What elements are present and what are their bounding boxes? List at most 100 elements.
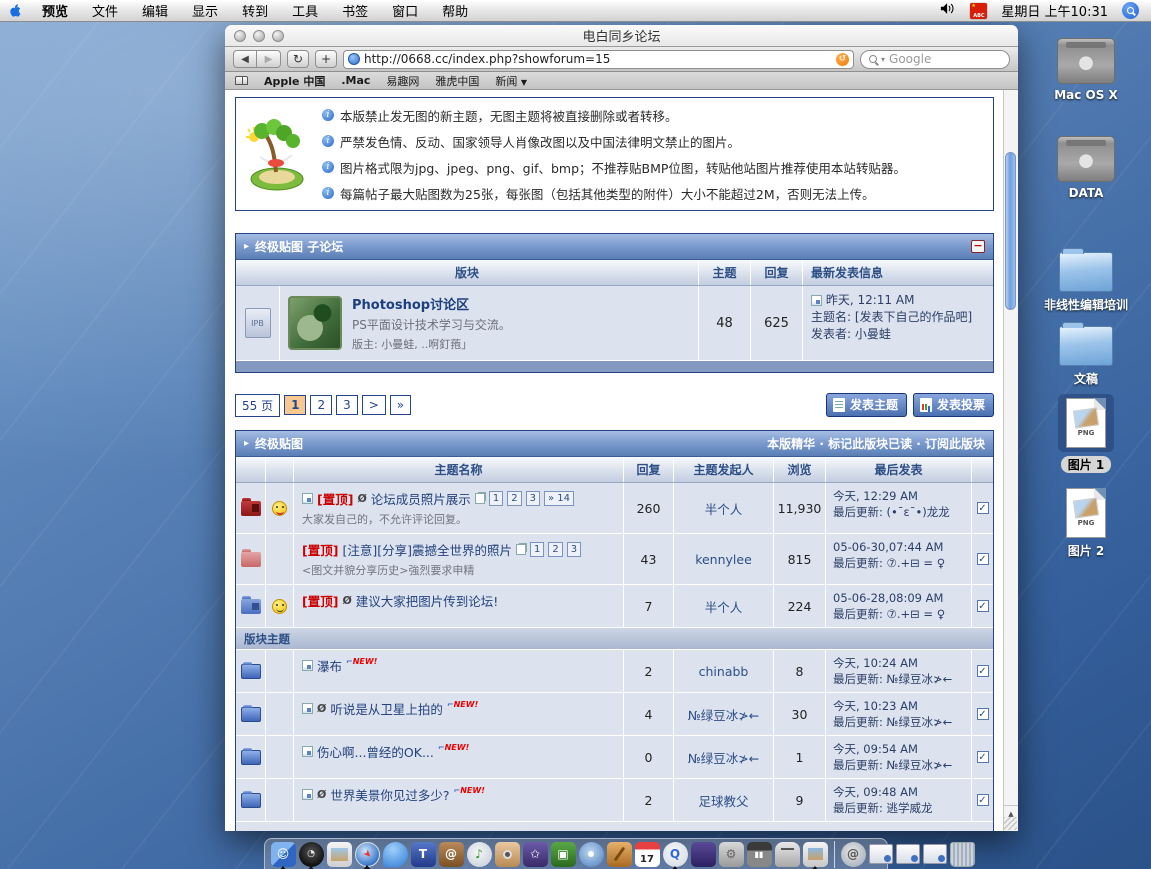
bookmarks-book-icon[interactable] xyxy=(235,76,248,85)
finder-icon[interactable]: ☺ xyxy=(271,842,296,867)
resize-grip[interactable] xyxy=(1004,817,1017,830)
last-post-updater[interactable]: 最后更新: 逃学威龙 xyxy=(833,800,964,816)
last-post-updater[interactable]: 最后更新: ⑦.+⊟ = ♀ xyxy=(833,555,964,571)
menu-window[interactable]: 窗口 xyxy=(380,1,430,20)
menu-bookmarks[interactable]: 书签 xyxy=(330,1,380,20)
google-search-field[interactable]: ▾ Google xyxy=(860,50,1010,69)
final-cut-icon[interactable]: ▮▮ xyxy=(747,842,772,867)
bookmark-apple[interactable]: Apple 中国 xyxy=(264,73,325,89)
idvd-icon[interactable]: ▣ xyxy=(551,842,576,867)
last-post-updater[interactable]: 最后更新: (•¯ε¯•)龙龙 xyxy=(833,504,964,520)
garageband-icon[interactable] xyxy=(607,842,632,867)
menu-tools[interactable]: 工具 xyxy=(280,1,330,20)
topic-link[interactable]: 听说是从卫星上拍的 xyxy=(330,699,443,718)
menu-edit[interactable]: 编辑 xyxy=(130,1,180,20)
goto-new-post-icon[interactable] xyxy=(302,493,313,504)
page-1[interactable]: 1 xyxy=(284,395,306,415)
topic-link[interactable]: 建议大家把图片传到论坛! xyxy=(356,591,499,610)
topic-starter[interactable]: chinabb xyxy=(674,650,774,692)
minimized-window-icon[interactable] xyxy=(869,844,893,864)
system-preferences-icon[interactable]: ⚙ xyxy=(719,842,744,867)
forward-button[interactable]: ▶ xyxy=(257,50,281,68)
topic-checkbox[interactable] xyxy=(977,665,989,677)
menu-go[interactable]: 转到 xyxy=(230,1,280,20)
desktop-icon-editing-folder[interactable]: 非线性编辑培训 xyxy=(1021,252,1151,313)
desktop-icon-documents-folder[interactable]: 文稿 xyxy=(1021,326,1151,387)
topic-link[interactable]: 论坛成员照片展示 xyxy=(371,489,471,508)
vertical-scrollbar[interactable]: ▲ ▼ xyxy=(1003,90,1018,831)
goto-last-post-icon[interactable] xyxy=(811,295,822,306)
goto-new-post-icon[interactable] xyxy=(302,789,313,800)
reload-button[interactable]: ↻ xyxy=(287,50,309,68)
topic-checkbox[interactable] xyxy=(977,751,989,763)
menu-app[interactable]: 预览 xyxy=(30,1,80,20)
topic-page-link[interactable]: 2 xyxy=(507,491,521,506)
scrollbar-thumb[interactable] xyxy=(1005,152,1016,310)
topic-page-link[interactable]: 1 xyxy=(489,491,503,506)
desktop-icon-data[interactable]: DATA xyxy=(1021,136,1151,200)
topic-checkbox[interactable] xyxy=(977,553,989,565)
dashboard-icon[interactable]: ◔ xyxy=(299,842,324,867)
last-post-updater[interactable]: 最后更新: №绿豆冰≯← xyxy=(833,671,964,687)
topic-starter[interactable]: 足球教父 xyxy=(674,779,774,821)
topic-link[interactable]: 瀑布 xyxy=(317,656,342,675)
topic-starter[interactable]: №绿豆冰≯← xyxy=(674,736,774,778)
mail-stamp-icon[interactable]: @ xyxy=(841,842,866,867)
toast-icon[interactable] xyxy=(775,842,800,867)
camera-photo-icon[interactable] xyxy=(495,842,520,867)
topic-link[interactable]: [注意][分享]震撼全世界的照片 xyxy=(342,540,512,559)
preview-icon[interactable] xyxy=(803,842,828,867)
title-bar[interactable]: 电白同乡论坛 xyxy=(225,25,1018,47)
menu-view[interactable]: 显示 xyxy=(180,1,230,20)
collapse-triangle-icon[interactable]: ▸ xyxy=(244,438,249,449)
page-last[interactable]: » xyxy=(390,395,411,415)
forum-header-links[interactable]: 本版精华 · 标记此版块已读 · 订阅此版块 xyxy=(767,435,985,452)
ichat-icon[interactable] xyxy=(383,842,408,867)
bookmark-mac[interactable]: .Mac xyxy=(341,74,370,87)
goto-new-post-icon[interactable] xyxy=(302,660,313,671)
topic-checkbox[interactable] xyxy=(977,708,989,720)
snapback-icon[interactable]: ↺ xyxy=(836,53,849,66)
minimized-window-icon[interactable] xyxy=(923,844,947,864)
last-post-updater[interactable]: 最后更新: №绿豆冰≯← xyxy=(833,757,964,773)
goto-new-post-icon[interactable] xyxy=(302,703,313,714)
last-post-author[interactable]: 发表者: 小曼蛙 xyxy=(811,326,985,343)
back-button[interactable]: ◀ xyxy=(233,50,257,68)
subforum-link[interactable]: Photoshop讨论区 xyxy=(352,294,511,313)
bookmark-ebay[interactable]: 易趣网 xyxy=(386,73,419,89)
topic-starter[interactable]: №绿豆冰≯← xyxy=(674,693,774,735)
last-post-topic[interactable]: 主题名: [发表下自己的作品吧] xyxy=(811,309,985,326)
topic-checkbox[interactable] xyxy=(977,600,989,612)
apple-menu[interactable] xyxy=(0,3,30,19)
last-post-updater[interactable]: 最后更新: ⑦.+⊟ = ♀ xyxy=(833,606,964,622)
minimized-window-icon[interactable] xyxy=(896,844,920,864)
page-3[interactable]: 3 xyxy=(336,395,358,415)
topic-page-link[interactable]: 3 xyxy=(567,542,581,557)
topic-page-link[interactable]: » 14 xyxy=(544,491,574,506)
topic-link[interactable]: 世界美景你见过多少? xyxy=(330,785,449,804)
last-post-updater[interactable]: 最后更新: №绿豆冰≯← xyxy=(833,714,964,730)
new-poll-button[interactable]: 发表投票 xyxy=(913,393,994,417)
subforum-header[interactable]: 终极贴图 子论坛 xyxy=(255,238,343,255)
bookmark-news[interactable]: 新闻 ▼ xyxy=(495,73,527,89)
desktop-icon-image1-selected[interactable]: PNG 图片 1 xyxy=(1021,394,1151,473)
menu-help[interactable]: 帮助 xyxy=(430,1,480,20)
goto-new-post-icon[interactable] xyxy=(302,746,313,757)
forum-header[interactable]: 终极贴图 xyxy=(255,435,303,452)
collapse-triangle-icon[interactable]: ▸ xyxy=(244,241,249,252)
topic-starter[interactable]: 半个人 xyxy=(674,483,774,533)
topic-page-link[interactable]: 3 xyxy=(526,491,540,506)
address-book-icon[interactable]: @ xyxy=(439,842,464,867)
desktop-icon-macosx[interactable]: Mac OS X xyxy=(1021,38,1151,102)
input-method-flag-icon[interactable]: ★ABC xyxy=(970,3,987,19)
topic-checkbox[interactable] xyxy=(977,794,989,806)
spotlight-icon[interactable] xyxy=(1122,2,1139,19)
topic-page-link[interactable]: 1 xyxy=(530,542,544,557)
topic-page-link[interactable]: 2 xyxy=(548,542,562,557)
page-2[interactable]: 2 xyxy=(310,395,332,415)
topic-link[interactable]: 伤心啊...曾经的OK... xyxy=(317,742,434,761)
itunes-icon[interactable]: ♪ xyxy=(467,842,492,867)
xcode-icon[interactable] xyxy=(691,842,716,867)
add-bookmark-button[interactable]: + xyxy=(315,50,337,68)
imovie-icon[interactable]: ✩ xyxy=(523,842,548,867)
